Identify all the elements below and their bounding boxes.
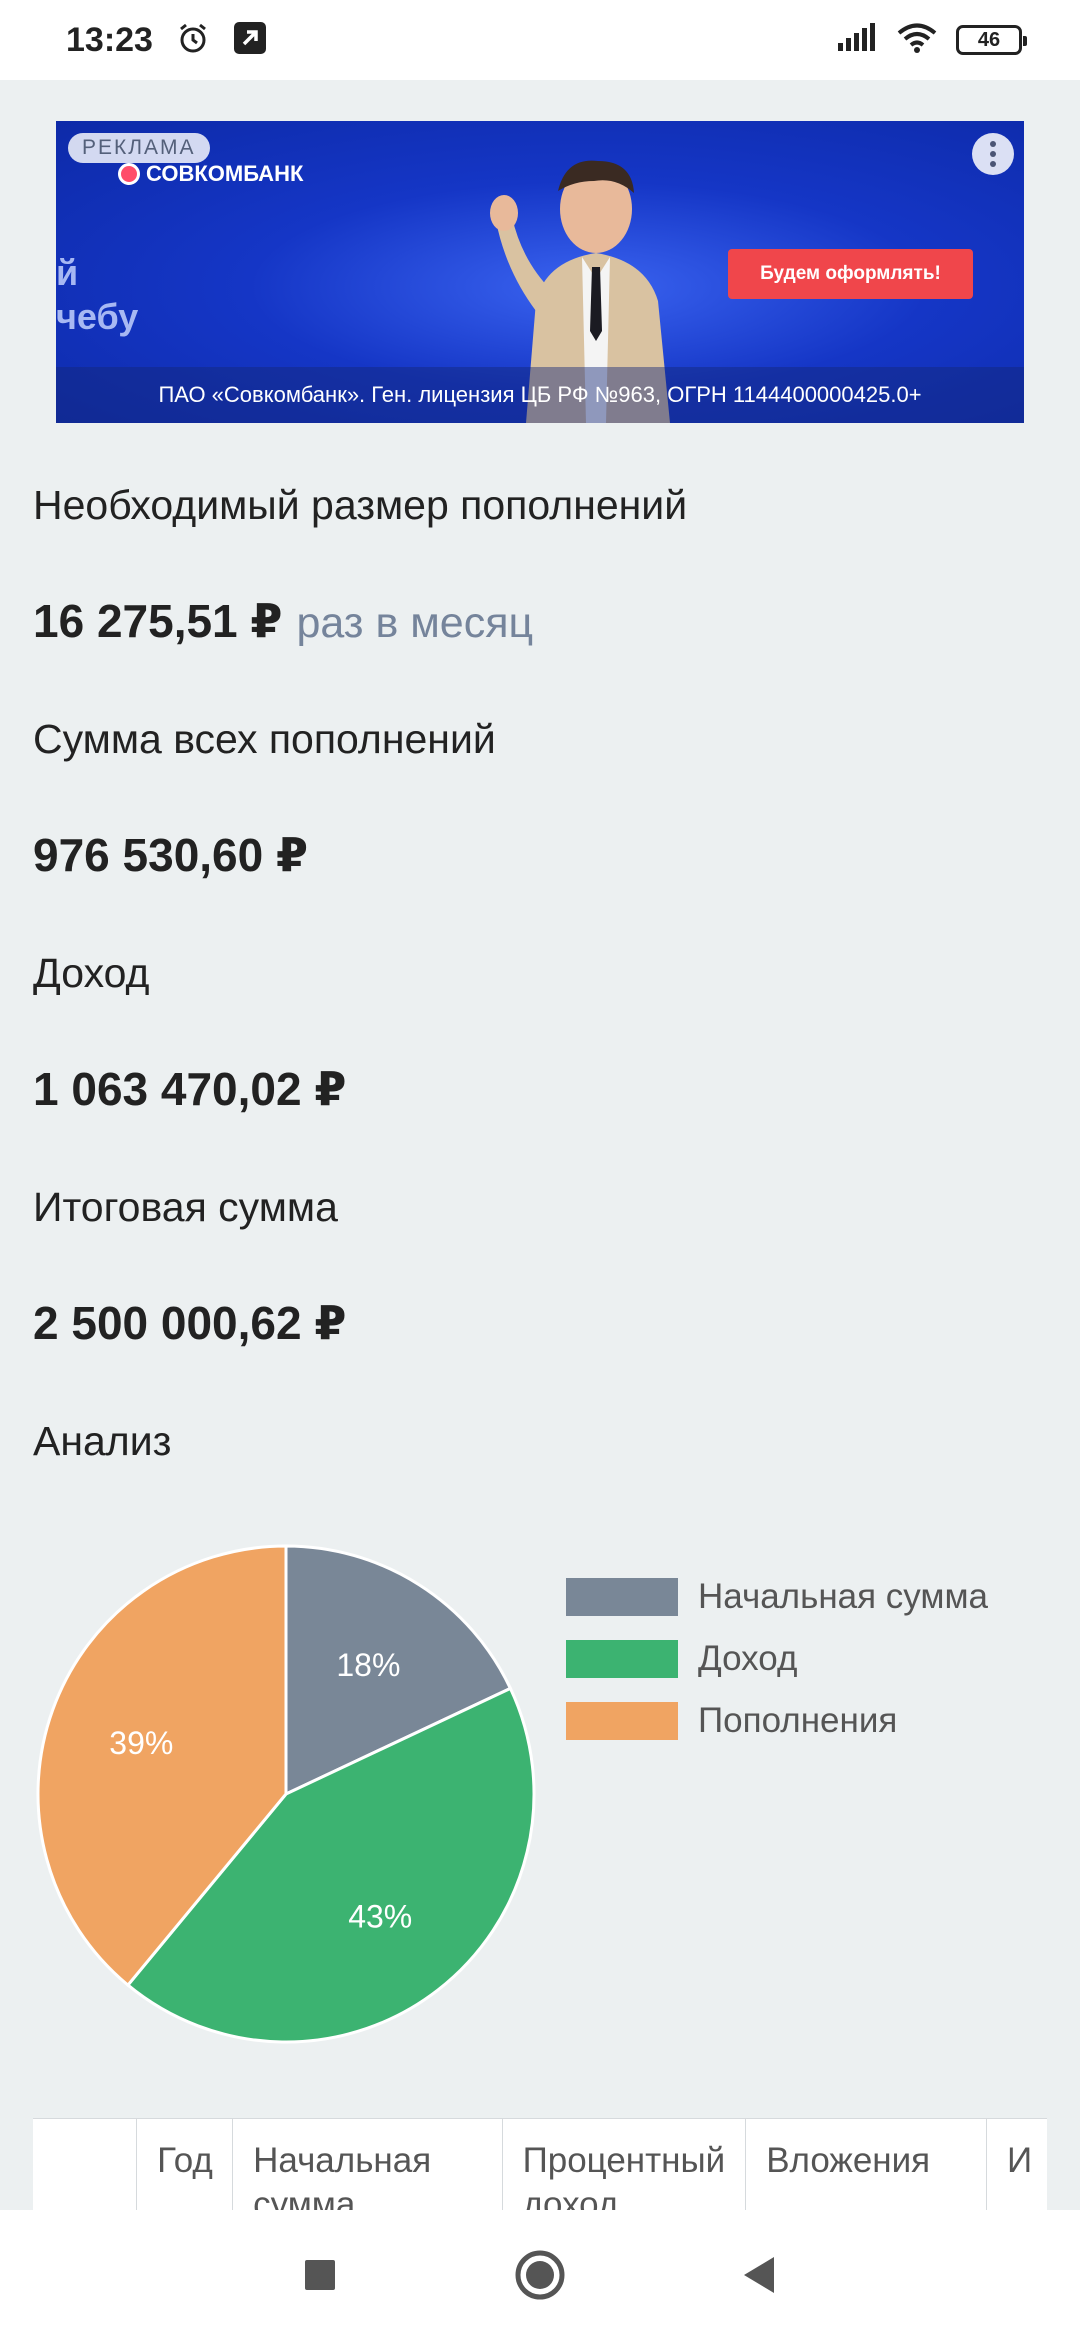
- ad-cta-button[interactable]: Будем оформлять!: [728, 249, 973, 299]
- status-time: 13:23: [66, 20, 153, 59]
- final-sum-label: Итоговая сумма: [33, 1184, 338, 1230]
- table-header-cell: Год: [137, 2119, 234, 2210]
- navigation-bar: [0, 2210, 1080, 2340]
- legend-swatch: [566, 1578, 678, 1616]
- battery-level: 46: [977, 28, 1001, 51]
- back-icon[interactable]: [730, 2245, 790, 2305]
- legend-swatch: [566, 1640, 678, 1678]
- status-bar: 13:23 46: [0, 0, 1080, 80]
- pie-slice-label: 43%: [348, 1898, 412, 1934]
- legend-label: Пополнения: [698, 1701, 898, 1740]
- legend-item[interactable]: Начальная сумма: [566, 1566, 988, 1628]
- alarm-icon: [175, 20, 211, 61]
- ad-brand: СОВКОМБАНК: [118, 161, 303, 187]
- ad-legal-text: ПАО «Совкомбанк». Ген. лицензия ЦБ РФ №9…: [56, 367, 1024, 423]
- monthly-contribution-label: Необходимый размер пополнений: [33, 482, 688, 528]
- legend-swatch: [566, 1702, 678, 1740]
- table-header-cell: И: [1007, 2141, 1033, 2180]
- table-header-cell: Процентный доход: [503, 2119, 747, 2210]
- brand-logo-icon: [118, 163, 140, 185]
- pie-slice-label: 39%: [109, 1725, 173, 1761]
- ad-banner[interactable]: РЕКЛАМА СОВКОМБАНК й чебу Будем оформлят…: [56, 121, 1024, 423]
- recents-icon[interactable]: [290, 2245, 350, 2305]
- chart-legend: Начальная сумма Доход Пополнения: [566, 1566, 988, 1752]
- pie-slice-label: 18%: [336, 1647, 400, 1683]
- signal-icon: [836, 22, 878, 58]
- ad-brand-name: СОВКОМБАНК: [146, 161, 304, 186]
- table-header-cell: [33, 2119, 138, 2210]
- arrow-up-right-icon: [233, 21, 267, 60]
- legend-label: Доход: [698, 1639, 798, 1678]
- legend-label: Начальная сумма: [698, 1577, 988, 1616]
- pie-chart: 18% 43% 39%: [36, 1544, 536, 2044]
- monthly-contribution-amount: 16 275,51 ₽: [33, 595, 283, 647]
- table-header-cell: Начальная сумма: [233, 2119, 503, 2210]
- final-sum-value: 2 500 000,62 ₽: [33, 1297, 347, 1349]
- income-label: Доход: [33, 950, 150, 996]
- legend-item[interactable]: Доход: [566, 1628, 988, 1690]
- wifi-icon: [896, 22, 938, 59]
- battery-icon: 46: [956, 25, 1027, 55]
- results-table[interactable]: Год Начальная сумма Процентный доход Вло…: [33, 2118, 1047, 2210]
- monthly-contribution-value: 16 275,51 ₽ раз в месяц: [33, 594, 533, 648]
- table-header-cell: Вложения: [746, 2119, 987, 2210]
- monthly-period: раз в месяц: [296, 599, 534, 647]
- analysis-title: Анализ: [33, 1418, 172, 1464]
- legend-item[interactable]: Пополнения: [566, 1690, 988, 1752]
- ad-more-options-icon[interactable]: [972, 133, 1014, 175]
- total-contributions-value: 976 530,60 ₽: [33, 829, 309, 881]
- ad-tag: РЕКЛАМА: [68, 133, 210, 163]
- home-icon[interactable]: [510, 2245, 570, 2305]
- ad-slogan: й чебу: [56, 252, 139, 337]
- total-contributions-label: Сумма всех пополнений: [33, 716, 496, 762]
- income-value: 1 063 470,02 ₽: [33, 1063, 347, 1115]
- table-header: Год Начальная сумма Процентный доход Вло…: [33, 2119, 1047, 2210]
